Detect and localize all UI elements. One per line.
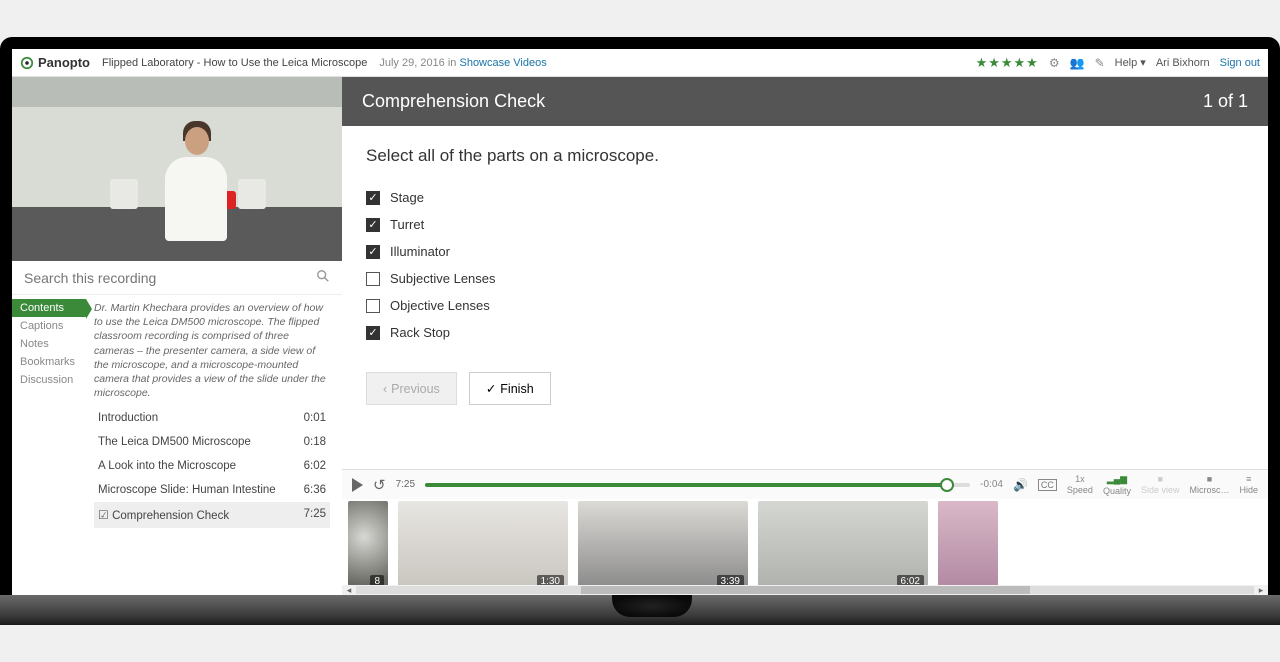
quality-control[interactable]: ▂▄▆Quality — [1103, 474, 1131, 496]
chapter-row[interactable]: Introduction0:01 — [94, 406, 330, 430]
brand-name: Panopto — [38, 55, 90, 70]
checkbox[interactable] — [366, 299, 380, 313]
camera-icon: ■ — [1207, 474, 1212, 484]
top-bar: Panopto Flipped Laboratory - How to Use … — [12, 49, 1268, 77]
video-title: Flipped Laboratory - How to Use the Leic… — [102, 57, 367, 69]
option-label: Subjective Lenses — [390, 271, 496, 286]
search-input[interactable] — [24, 270, 316, 286]
tab-captions[interactable]: Captions — [12, 317, 86, 335]
sidebar-tabs: Contents Captions Notes Bookmarks Discus… — [12, 295, 86, 528]
quiz-option[interactable]: ✓ Illuminator — [366, 238, 1244, 265]
option-label: Illuminator — [390, 244, 450, 259]
tab-discussion[interactable]: Discussion — [12, 371, 86, 389]
play-button[interactable] — [352, 478, 363, 492]
camera-icon: ■ — [1158, 474, 1163, 484]
remaining-time: -0:04 — [980, 479, 1003, 490]
quiz-option[interactable]: ✓ Turret — [366, 211, 1244, 238]
thumbnail[interactable]: 6:02 — [758, 501, 928, 591]
quiz-title: Comprehension Check — [362, 91, 545, 112]
thumbnail-scrollbar[interactable]: ◂ ▸ — [342, 585, 1268, 595]
sideview-control[interactable]: ■Side view — [1141, 474, 1180, 495]
check-icon: ✓ — [486, 381, 496, 396]
option-label: Objective Lenses — [390, 298, 490, 313]
progress-handle[interactable] — [940, 478, 954, 492]
scroll-left-icon[interactable]: ◂ — [342, 585, 356, 596]
quiz-option[interactable]: ✓ Stage — [366, 184, 1244, 211]
search-icon[interactable] — [316, 269, 330, 286]
quality-icon: ▂▄▆ — [1107, 474, 1127, 485]
cc-icon[interactable]: CC — [1038, 479, 1057, 491]
scroll-right-icon[interactable]: ▸ — [1254, 585, 1268, 596]
brand-logo[interactable]: Panopto — [20, 55, 90, 70]
thumbnail-strip: 8 1:30 3:39 6:02 ◂ ▸ — [342, 499, 1268, 595]
volume-icon[interactable]: 🔊 — [1013, 478, 1028, 492]
tab-bookmarks[interactable]: Bookmarks — [12, 353, 86, 371]
help-menu[interactable]: Help ▾ — [1115, 56, 1146, 69]
quiz-header: Comprehension Check 1 of 1 — [342, 77, 1268, 126]
left-panel: Contents Captions Notes Bookmarks Discus… — [12, 77, 342, 595]
tab-notes[interactable]: Notes — [12, 335, 86, 353]
chapter-row[interactable]: Comprehension Check7:25 — [94, 502, 330, 528]
showcase-link[interactable]: Showcase Videos — [459, 57, 546, 69]
finish-button[interactable]: ✓ Finish — [469, 372, 551, 405]
rewind-button[interactable]: ↺ — [373, 476, 386, 494]
current-time: 7:25 — [396, 479, 415, 490]
checkbox[interactable]: ✓ — [366, 191, 380, 205]
microscope-control[interactable]: ■Microsc… — [1189, 474, 1229, 495]
thumbnail[interactable]: 1:30 — [398, 501, 568, 591]
lab-scene — [12, 77, 342, 261]
thumbnail[interactable] — [938, 501, 998, 591]
video-date: July 29, 2016 in Showcase Videos — [379, 57, 546, 69]
option-label: Rack Stop — [390, 325, 450, 340]
user-name: Ari Bixhorn — [1156, 57, 1210, 69]
right-panel: Comprehension Check 1 of 1 Select all of… — [342, 77, 1268, 595]
presenter-video[interactable] — [12, 77, 342, 261]
signout-link[interactable]: Sign out — [1220, 57, 1260, 69]
rating-stars[interactable]: ★★★★★ — [976, 55, 1039, 71]
checkbox[interactable] — [366, 272, 380, 286]
option-label: Turret — [390, 217, 424, 232]
edit-icon[interactable]: ✎ — [1095, 56, 1105, 70]
speed-control[interactable]: 1xSpeed — [1067, 474, 1093, 495]
hide-control[interactable]: ≡Hide — [1239, 474, 1258, 495]
option-label: Stage — [390, 190, 424, 205]
quiz-progress: 1 of 1 — [1203, 91, 1248, 112]
chapter-row[interactable]: A Look into the Microscope6:02 — [94, 454, 330, 478]
hide-icon: ≡ — [1246, 474, 1251, 484]
chapter-row[interactable]: Microscope Slide: Human Intestine6:36 — [94, 478, 330, 502]
share-icon[interactable]: 👥 — [1070, 56, 1085, 70]
chapter-row[interactable]: The Leica DM500 Microscope0:18 — [94, 430, 330, 454]
thumbnail[interactable]: 3:39 — [578, 501, 748, 591]
panopto-icon — [20, 56, 34, 70]
quiz-question: Select all of the parts on a microscope. — [366, 146, 1244, 166]
checkbox[interactable]: ✓ — [366, 218, 380, 232]
quiz-option[interactable]: Subjective Lenses — [366, 265, 1244, 292]
chevron-left-icon: ‹ — [383, 382, 387, 396]
thumbnail[interactable]: 8 — [348, 501, 388, 591]
tab-contents[interactable]: Contents — [12, 299, 86, 317]
video-description: Dr. Martin Khechara provides an overview… — [94, 301, 330, 400]
previous-button: ‹ Previous — [366, 372, 457, 405]
checkbox[interactable]: ✓ — [366, 245, 380, 259]
player-bar: ↺ 7:25 -0:04 🔊 CC 1xSpeed ▂▄▆Quality ■Si… — [342, 469, 1268, 499]
progress-bar[interactable] — [425, 483, 970, 487]
checkbox[interactable]: ✓ — [366, 326, 380, 340]
gear-icon[interactable]: ⚙ — [1049, 56, 1060, 70]
quiz-option[interactable]: Objective Lenses — [366, 292, 1244, 319]
quiz-option[interactable]: ✓ Rack Stop — [366, 319, 1244, 346]
